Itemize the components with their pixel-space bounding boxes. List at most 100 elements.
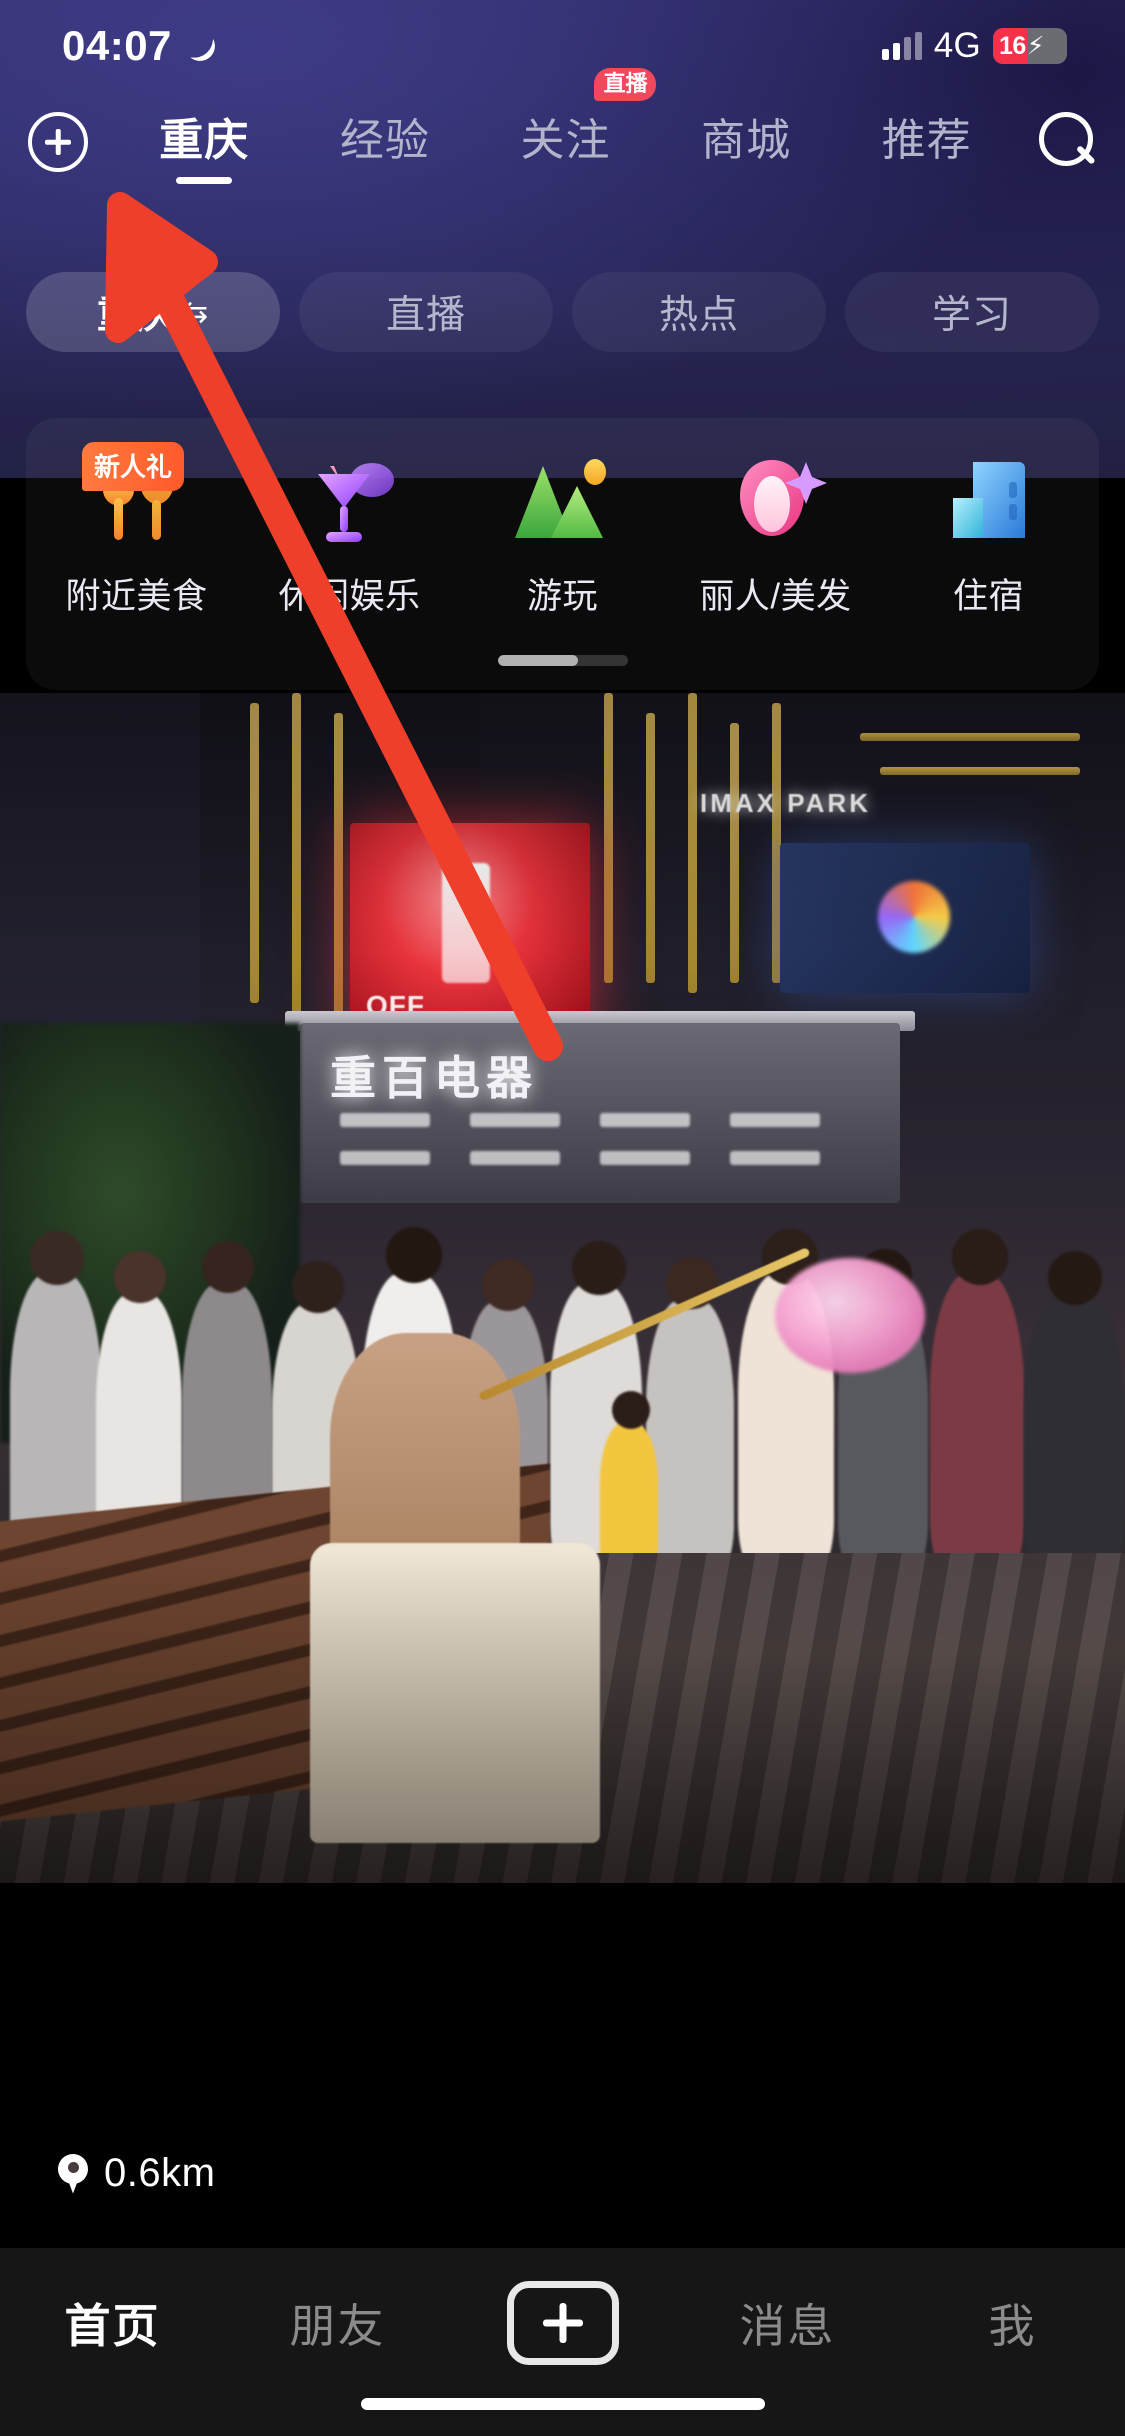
shop-window [470, 1113, 560, 1127]
status-bar-right: 4G 16 ⚡ [881, 26, 1067, 66]
person [96, 1293, 182, 1573]
person-head [858, 1249, 912, 1303]
charging-bolt-icon: ⚡ [1026, 32, 1045, 60]
imax-sign-text: IMAX PARK [700, 788, 871, 818]
foliage-bush [0, 1023, 300, 1443]
person-head [572, 1241, 626, 1295]
plus-box-icon [506, 2281, 619, 2365]
bottom-tab-create[interactable] [450, 2280, 675, 2366]
person-head [482, 1259, 534, 1311]
distance-badge[interactable]: 0.6km [40, 2141, 240, 2208]
category-list: 新人礼 附近美食 休闲娱乐 游玩 丽人/美发 住宿 [26, 418, 1099, 690]
filter-chip-live[interactable]: 直播 [299, 272, 553, 352]
shop-window [340, 1113, 430, 1127]
category-item-hotel[interactable]: 住宿 [882, 446, 1095, 619]
mall-canopy [285, 1011, 915, 1031]
new-user-gift-badge: 新人礼 [82, 442, 185, 491]
person [838, 1291, 928, 1573]
shop-window [340, 1151, 430, 1165]
scroll-thumb [497, 655, 579, 666]
bottom-tab-friends[interactable]: 朋友 [225, 2280, 450, 2366]
child [600, 1423, 658, 1573]
nav-tab-label: 关注 [520, 116, 611, 165]
top-navigation-bar: 重庆 经验 关注 直播 商城 推荐 [0, 68, 1125, 188]
category-label: 休闲娱乐 [278, 577, 421, 616]
category-item-travel[interactable]: 游玩 [456, 446, 669, 619]
active-tab-underline [176, 177, 233, 184]
nav-tab-label: 重庆 [159, 116, 250, 165]
street-scene-photo: OFF IMAX PARK 重百电器 [0, 693, 1125, 1883]
blue-billboard-ad [780, 843, 1030, 993]
shop-window [470, 1151, 560, 1165]
filter-chip-chongqing[interactable]: 重庆 ⇆ [26, 272, 280, 352]
status-bar-left: 04:07 [62, 22, 215, 70]
carousel-scroll-indicator[interactable] [497, 655, 628, 666]
gold-light-strip [688, 693, 697, 993]
mall-facade [300, 1023, 900, 1203]
category-item-entertainment[interactable]: 休闲娱乐 [243, 446, 456, 619]
person-head [1048, 1251, 1102, 1305]
person [462, 1301, 548, 1573]
category-item-food[interactable]: 新人礼 附近美食 [30, 442, 243, 619]
performer-wand [478, 1246, 811, 1402]
gold-light-strip [860, 733, 1080, 741]
child-head [612, 1391, 650, 1429]
person-head [762, 1229, 818, 1285]
category-label: 丽人/美发 [699, 577, 852, 616]
feed-video-card[interactable]: OFF IMAX PARK 重百电器 0.6km [0, 478, 1125, 2288]
person [646, 1299, 734, 1573]
plaza-ground [0, 1553, 1125, 1883]
filter-chip-study[interactable]: 学习 [845, 272, 1099, 352]
distance-label: 0.6km [104, 2151, 216, 2195]
gold-light-strip [604, 693, 613, 983]
cocktail-icon [296, 446, 404, 554]
phone-screen: 04:07 4G 16 ⚡ 重庆 经验 关注 直播 商城 推荐 重庆 ⇆ 直播 … [0, 0, 1125, 2436]
category-item-beauty[interactable]: 丽人/美发 [669, 446, 882, 619]
status-bar: 04:07 4G 16 ⚡ [0, 0, 1125, 92]
bottom-tab-home[interactable]: 首页 [0, 2280, 225, 2366]
battery-percent: 16 [999, 31, 1026, 60]
shop-window [730, 1151, 820, 1165]
filter-chip-hot[interactable]: 热点 [572, 272, 826, 352]
gold-light-strip [250, 703, 259, 1003]
person-head [114, 1251, 166, 1303]
person-head [30, 1231, 84, 1285]
person [182, 1283, 272, 1573]
category-label: 游玩 [526, 577, 598, 616]
category-label: 住宿 [952, 577, 1024, 616]
mall-sign-text: 重百电器 [330, 1051, 538, 1105]
location-pin-icon [58, 2153, 88, 2194]
wooden-bench [0, 1463, 550, 1823]
bottom-tab-profile[interactable]: 我 [900, 2280, 1125, 2366]
nav-tab-label: 经验 [339, 116, 430, 165]
search-icon[interactable] [1035, 110, 1099, 174]
signal-bars-icon [881, 32, 922, 60]
nav-tab-chongqing[interactable]: 重庆 [157, 100, 251, 184]
person [272, 1303, 360, 1573]
person-head [202, 1241, 254, 1293]
bottom-tab-messages[interactable]: 消息 [675, 2280, 900, 2366]
person [930, 1273, 1024, 1573]
person [738, 1273, 834, 1573]
billboard-product [442, 863, 490, 983]
filter-chip-row: 重庆 ⇆ 直播 热点 学习 [0, 272, 1125, 352]
nav-tab-experience[interactable]: 经验 [338, 100, 432, 184]
gold-light-strip [730, 723, 739, 983]
nav-tab-mall[interactable]: 商城 [699, 100, 793, 184]
building-left [0, 693, 210, 1113]
mountain-icon [509, 446, 617, 554]
person-head [292, 1261, 344, 1313]
moon-icon [185, 31, 215, 61]
nav-tab-recommend[interactable]: 推荐 [880, 100, 974, 184]
building-right [790, 693, 1125, 1063]
network-label: 4G [933, 26, 981, 65]
nav-tab-following[interactable]: 关注 直播 [518, 68, 657, 184]
person [362, 1273, 458, 1573]
gold-light-strip [880, 767, 1080, 775]
plus-circle-icon[interactable] [28, 112, 88, 172]
status-time: 04:07 [62, 22, 172, 69]
cotton-candy [775, 1258, 925, 1373]
person-head [952, 1229, 1008, 1285]
filter-chip-label: 直播 [385, 294, 466, 337]
billboard-text: OFF [366, 990, 425, 1021]
